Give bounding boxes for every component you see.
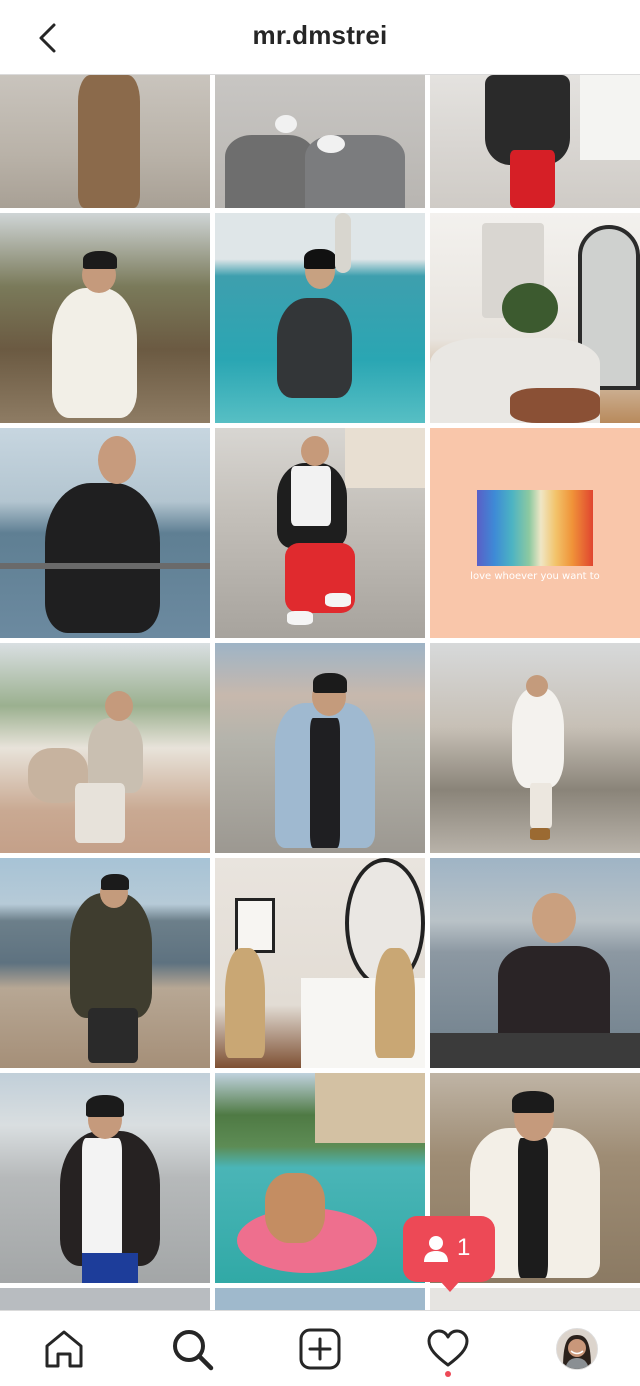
new-follower-notification[interactable]: 1 bbox=[403, 1216, 495, 1292]
post-thumbnail[interactable] bbox=[0, 643, 210, 853]
post-thumbnail[interactable] bbox=[215, 75, 425, 208]
bottom-tab-bar bbox=[0, 1310, 640, 1386]
post-thumbnail[interactable] bbox=[215, 428, 425, 638]
header-bar: mr.dmstrei bbox=[0, 0, 640, 75]
profile-photo bbox=[557, 1329, 597, 1369]
post-thumbnail[interactable] bbox=[430, 858, 640, 1068]
rainbow-post-caption: love whoever you want to bbox=[470, 571, 600, 582]
post-thumbnail[interactable] bbox=[0, 1288, 210, 1310]
post-thumbnail[interactable] bbox=[0, 1073, 210, 1283]
post-thumbnail[interactable] bbox=[0, 428, 210, 638]
post-thumbnail[interactable] bbox=[215, 643, 425, 853]
profile-username-title: mr.dmstrei bbox=[252, 20, 388, 50]
post-thumbnail[interactable] bbox=[215, 1288, 425, 1310]
tab-search[interactable] bbox=[170, 1327, 214, 1371]
home-icon bbox=[45, 1330, 83, 1368]
rainbow-post-thumbnail[interactable]: love whoever you want to bbox=[430, 428, 640, 638]
profile-avatar[interactable] bbox=[556, 1328, 598, 1370]
post-thumbnail[interactable] bbox=[430, 1288, 640, 1310]
notification-count: 1 bbox=[457, 1234, 471, 1261]
post-thumbnail[interactable] bbox=[0, 858, 210, 1068]
post-thumbnail[interactable] bbox=[0, 213, 210, 423]
post-thumbnail[interactable] bbox=[215, 1073, 425, 1283]
post-thumbnail[interactable] bbox=[430, 643, 640, 853]
post-thumbnail[interactable] bbox=[430, 75, 640, 208]
tab-activity[interactable] bbox=[426, 1327, 470, 1371]
post-thumbnail[interactable] bbox=[215, 858, 425, 1068]
tab-home[interactable] bbox=[42, 1327, 86, 1371]
search-icon bbox=[173, 1330, 214, 1371]
activity-notification-dot bbox=[445, 1371, 451, 1377]
activity-heart-icon bbox=[427, 1329, 469, 1367]
add-post-icon bbox=[299, 1328, 341, 1370]
post-thumbnail[interactable] bbox=[0, 75, 210, 208]
tab-new-post[interactable] bbox=[298, 1327, 342, 1371]
posts-grid: love whoever you want to bbox=[0, 75, 640, 1310]
person-icon bbox=[424, 1236, 448, 1262]
post-thumbnail[interactable] bbox=[215, 213, 425, 423]
post-thumbnail[interactable] bbox=[430, 213, 640, 423]
